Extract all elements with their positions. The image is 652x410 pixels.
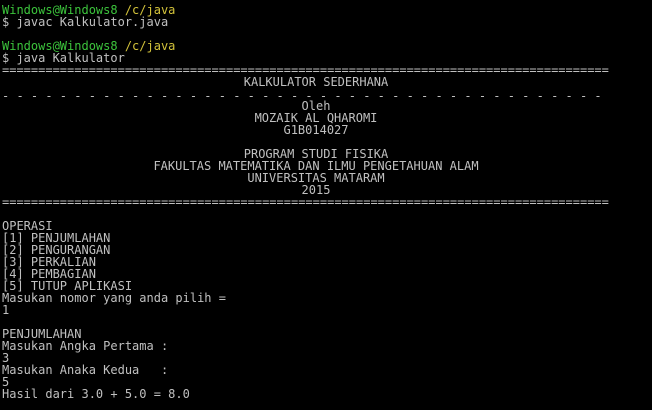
- command-line-2: $ java Kalkulator: [2, 51, 125, 65]
- year-label: 2015: [301, 183, 331, 197]
- command-line-1: $ javac Kalkulator.java: [2, 15, 169, 29]
- first-number-prompt: Masukan Angka Pertama :: [2, 339, 169, 353]
- menu-choice-input: 1: [2, 303, 10, 317]
- result-line: Hasil dari 3.0 + 5.0 = 8.0: [2, 387, 190, 401]
- prompt-path: /c/java: [117, 39, 176, 53]
- app-title: KALKULATOR SEDERHANA: [243, 75, 389, 89]
- terminal-window[interactable]: Windows@Windows8 /c/java $ javac Kalkula…: [0, 0, 652, 410]
- second-number-prompt: Masukan Anaka Kedua :: [2, 363, 169, 377]
- author-nim: G1B014027: [283, 123, 349, 137]
- double-rule-bottom: ========================================…: [2, 196, 609, 208]
- menu-choice-prompt: Masukan nomor yang anda pilih =: [2, 291, 226, 305]
